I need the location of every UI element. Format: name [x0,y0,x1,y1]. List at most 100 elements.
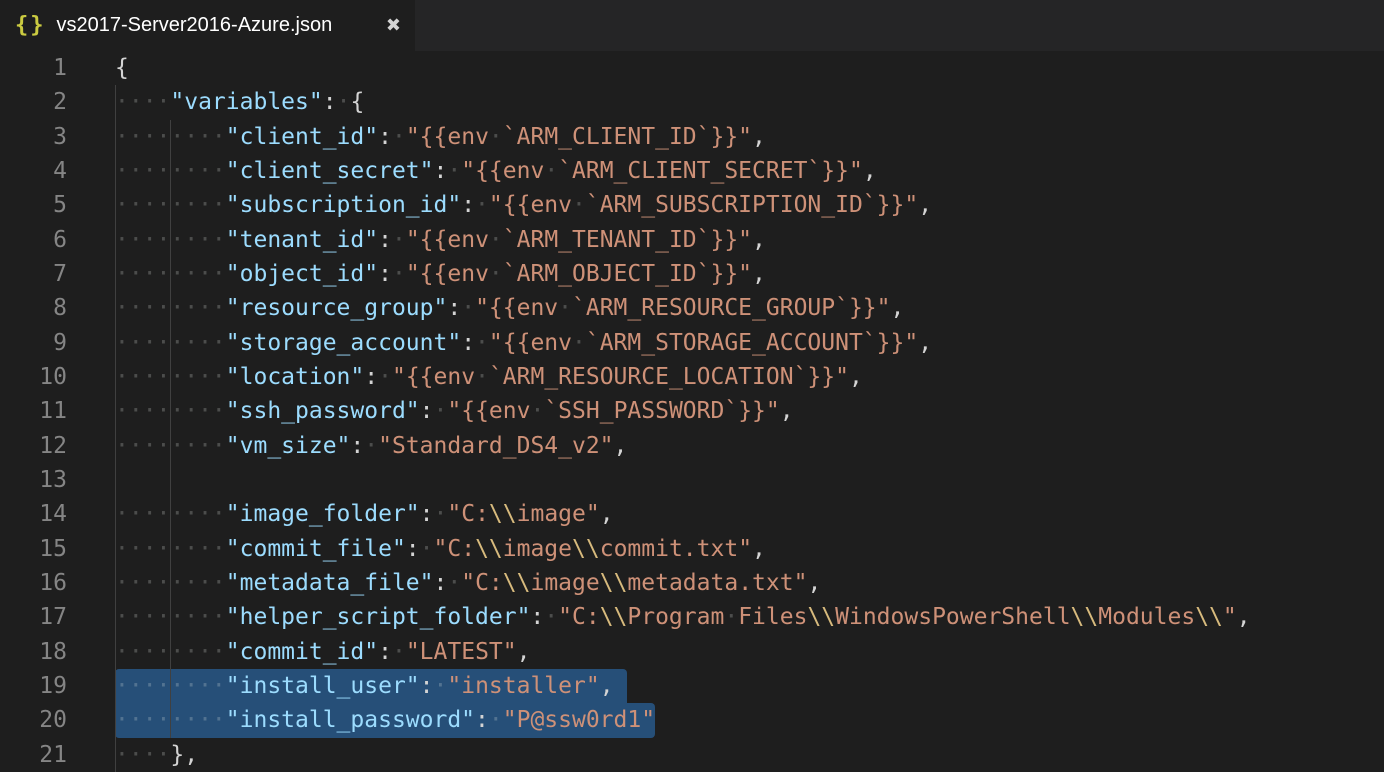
code-line[interactable]: 16········"metadata_file":·"C:\\image\\m… [0,566,1384,600]
code-token: "{{env [406,261,489,287]
line-number[interactable]: 21 [0,738,115,772]
line-number[interactable]: 1 [0,51,115,85]
code-token: "subscription_id" [226,192,461,218]
code-line[interactable]: 13 [0,463,1384,497]
code-line[interactable]: 21····}, [0,738,1384,772]
whitespace-dots: · [489,261,503,287]
code-line[interactable]: 19········"install_user":·"installer", [0,669,1384,703]
line-number[interactable]: 3 [0,120,115,154]
line-content: ········"location":·"{{env·`ARM_RESOURCE… [115,360,1384,394]
line-number[interactable]: 11 [0,394,115,428]
json-file-icon: {} [15,13,46,38]
code-line[interactable]: 1{ [0,51,1384,85]
code-token: , [600,673,614,699]
line-number[interactable]: 16 [0,566,115,600]
line-number[interactable]: 10 [0,360,115,394]
whitespace-dots: ········ [115,124,226,150]
code-token: \\ [489,501,517,527]
line-number[interactable]: 8 [0,291,115,325]
code-line[interactable]: 2····"variables":·{ [0,85,1384,119]
code-token: "{{env [461,158,544,184]
code-token: "ssh_password" [226,398,420,424]
code-line[interactable]: 11········"ssh_password":·"{{env·`SSH_PA… [0,394,1384,428]
code-token: : [420,501,434,527]
code-line[interactable]: 14········"image_folder":·"C:\\image", [0,497,1384,531]
whitespace-dots: ········ [115,639,226,665]
line-number[interactable]: 19 [0,669,115,703]
line-number[interactable]: 13 [0,463,115,497]
code-token: : [461,192,475,218]
code-line[interactable]: 10········"location":·"{{env·`ARM_RESOUR… [0,360,1384,394]
line-content: { [115,51,1384,85]
line-content: ········"storage_account":·"{{env·`ARM_S… [115,326,1384,360]
line-content: ········"subscription_id":·"{{env·`ARM_S… [115,188,1384,222]
tab-close-icon[interactable]: ✖ [386,17,401,35]
code-line[interactable]: 6········"tenant_id":·"{{env·`ARM_TENANT… [0,223,1384,257]
code-line[interactable]: 15········"commit_file":·"C:\\image\\com… [0,532,1384,566]
code-token: image [503,536,572,562]
code-token: "P@ssw0rd1" [503,707,655,733]
line-number[interactable]: 6 [0,223,115,257]
line-number[interactable]: 4 [0,154,115,188]
tab-vs2017-server2016-azure-json[interactable]: {} vs2017-Server2016-Azure.json ✖ [0,0,415,51]
code-line[interactable]: 5········"subscription_id":·"{{env·`ARM_… [0,188,1384,222]
code-token: "{{env [489,192,572,218]
whitespace-dots: · [434,501,448,527]
code-token: : [475,707,489,733]
line-number[interactable]: 5 [0,188,115,222]
code-line[interactable]: 7········"object_id":·"{{env·`ARM_OBJECT… [0,257,1384,291]
code-token: "installer" [447,673,599,699]
line-number[interactable]: 14 [0,497,115,531]
tab-label: vs2017-Server2016-Azure.json [57,14,333,37]
line-number[interactable]: 17 [0,600,115,634]
code-token: "client_id" [226,124,378,150]
code-token: commit.txt" [600,536,752,562]
code-token: `ARM_TENANT_ID`}}" [503,227,752,253]
code-token: , [752,536,766,562]
code-line[interactable]: 4········"client_secret":·"{{env·`ARM_CL… [0,154,1384,188]
code-token: metadata.txt" [627,570,807,596]
whitespace-dots: · [572,330,586,356]
code-line[interactable]: 17········"helper_script_folder":·"C:\\P… [0,600,1384,634]
code-token: "Standard_DS4_v2" [378,433,613,459]
code-line[interactable]: 12········"vm_size":·"Standard_DS4_v2", [0,429,1384,463]
code-line[interactable]: 8········"resource_group":·"{{env·`ARM_R… [0,291,1384,325]
code-token: , [918,192,932,218]
code-token: : [378,124,392,150]
code-token: "image_folder" [226,501,420,527]
code-line[interactable]: 3········"client_id":·"{{env·`ARM_CLIENT… [0,120,1384,154]
code-line[interactable]: 20········"install_password":·"P@ssw0rd1… [0,703,1384,737]
code-line[interactable]: 18········"commit_id":·"LATEST", [0,635,1384,669]
whitespace-dots: ········ [115,501,226,527]
vscode-window: {} vs2017-Server2016-Azure.json ✖ 1{2···… [0,0,1384,772]
code-token: : [420,398,434,424]
code-line[interactable]: 9········"storage_account":·"{{env·`ARM_… [0,326,1384,360]
whitespace-dots: · [378,364,392,390]
line-number[interactable]: 12 [0,429,115,463]
line-number[interactable]: 9 [0,326,115,360]
line-number[interactable]: 2 [0,85,115,119]
whitespace-dots: ········ [115,536,226,562]
line-number[interactable]: 7 [0,257,115,291]
code-token: : [406,536,420,562]
code-token: : [378,227,392,253]
whitespace-dots: · [558,295,572,321]
line-content: ········"image_folder":·"C:\\image", [115,497,1384,531]
code-token: , [752,124,766,150]
line-number[interactable]: 18 [0,635,115,669]
code-token: Program [627,604,724,630]
whitespace-dots: · [530,398,544,424]
code-token: "resource_group" [226,295,448,321]
code-token: : [323,89,337,115]
line-content: ········"metadata_file":·"C:\\image\\met… [115,566,1384,600]
line-number[interactable]: 20 [0,703,115,737]
code-token: \\ [503,570,531,596]
editor[interactable]: 1{2····"variables":·{3········"client_id… [0,51,1384,772]
line-number[interactable]: 15 [0,532,115,566]
whitespace-dots: ········ [115,192,226,218]
whitespace-dots: · [420,536,434,562]
whitespace-dots: · [475,192,489,218]
whitespace-dots: · [447,158,461,184]
code-token: "{{env [392,364,475,390]
whitespace-dots: · [392,261,406,287]
